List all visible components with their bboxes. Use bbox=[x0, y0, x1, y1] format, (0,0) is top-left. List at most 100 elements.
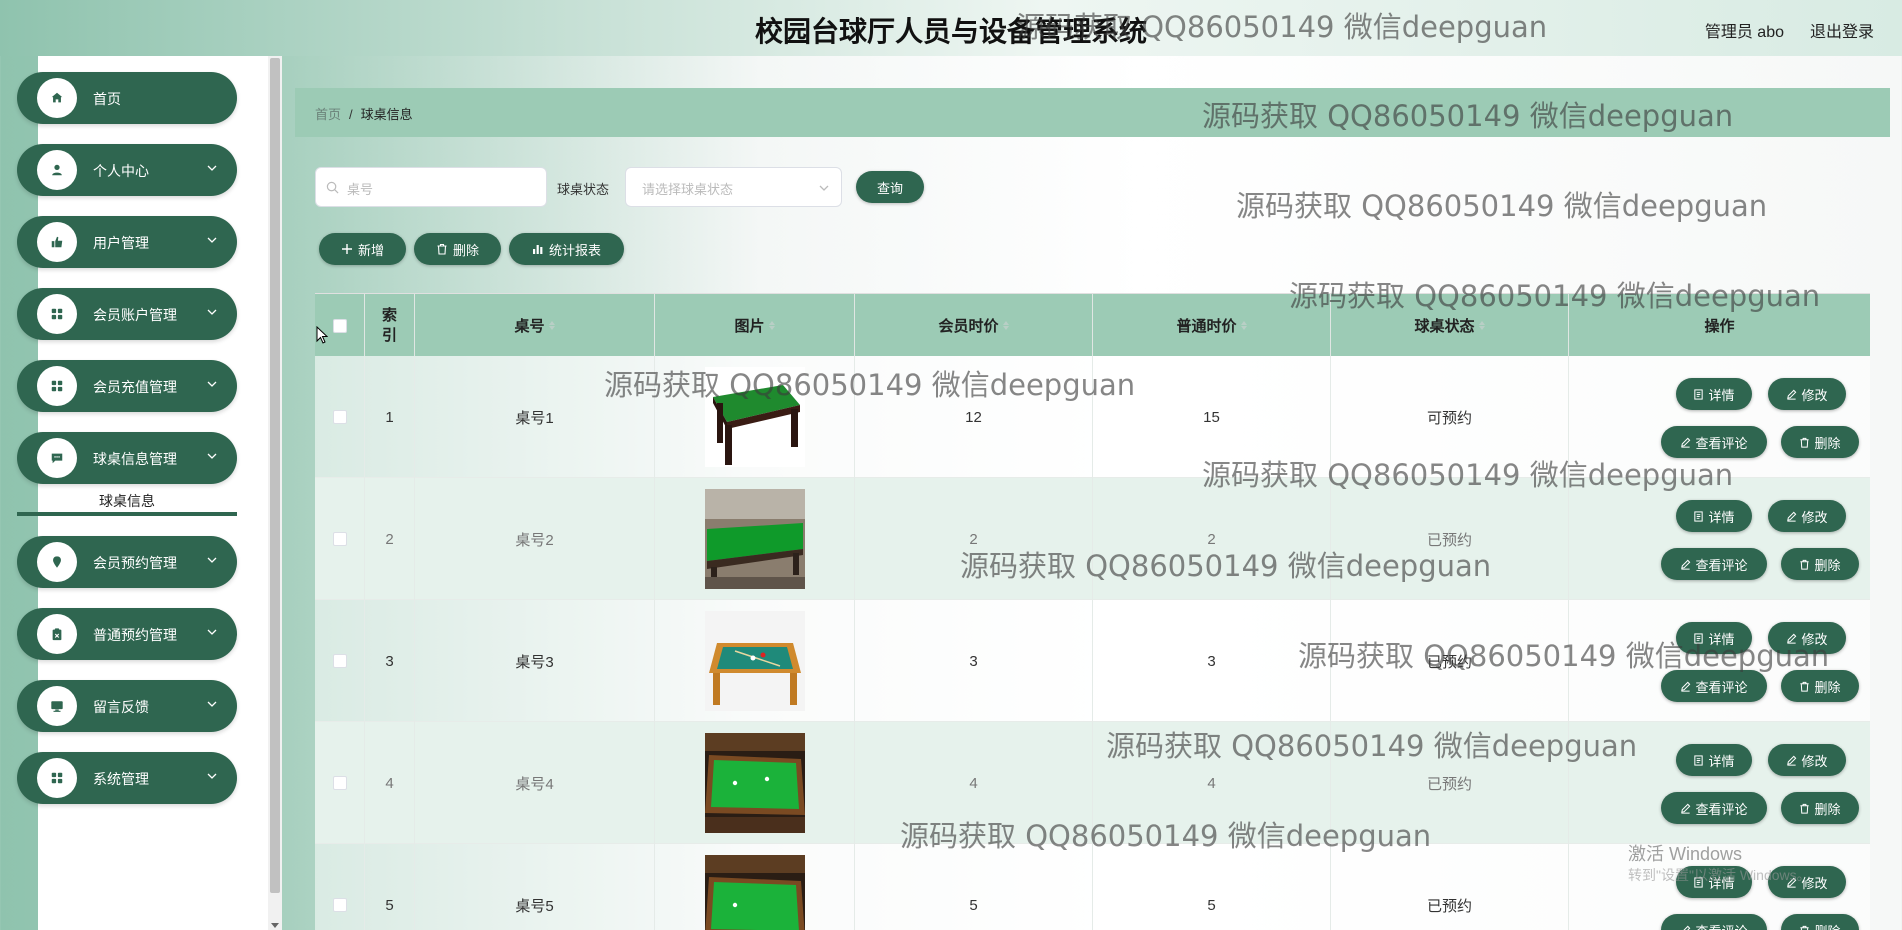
column-header-table-no[interactable]: 桌号 bbox=[415, 294, 655, 357]
column-header-member-price[interactable]: 会员时价 bbox=[855, 294, 1093, 357]
pool-table-image[interactable] bbox=[704, 733, 805, 833]
status-cell: 已预约 bbox=[1331, 600, 1569, 722]
view-comments-button[interactable]: 查看评论 bbox=[1661, 914, 1767, 930]
detail-button[interactable]: 详情 bbox=[1676, 378, 1752, 410]
pool-table-image[interactable] bbox=[704, 489, 805, 589]
delete-row-button[interactable]: 删除 bbox=[1781, 426, 1859, 458]
row-select-cell bbox=[315, 844, 365, 930]
row-checkbox[interactable] bbox=[332, 654, 347, 668]
table-no-cell: 桌号5 bbox=[415, 844, 655, 930]
logout-link[interactable]: 退出登录 bbox=[1810, 18, 1874, 42]
top-header: 校园台球厅人员与设备管理系统 管理员 abo 退出登录 bbox=[0, 0, 1902, 56]
sidebar-item-system[interactable]: 系统管理 bbox=[17, 752, 237, 804]
image-cell bbox=[655, 844, 855, 930]
sidebar-item-feedback[interactable]: 留言反馈 bbox=[17, 680, 237, 732]
detail-button[interactable]: 详情 bbox=[1676, 744, 1752, 776]
index-cell: 3 bbox=[365, 600, 415, 722]
sidebar-item-label: 留言反馈 bbox=[93, 699, 149, 715]
trash-icon bbox=[1800, 925, 1810, 930]
view-comments-button[interactable]: 查看评论 bbox=[1661, 426, 1767, 458]
select-all-checkbox[interactable] bbox=[332, 318, 347, 333]
chevron-down-icon bbox=[207, 309, 217, 315]
sidebar-item-member-recharge[interactable]: 会员充值管理 bbox=[17, 360, 237, 412]
add-button[interactable]: 新增 bbox=[319, 233, 406, 265]
edit-button[interactable]: 修改 bbox=[1768, 622, 1846, 654]
sort-icon[interactable] bbox=[1478, 321, 1485, 330]
row-checkbox[interactable] bbox=[332, 898, 347, 912]
sidebar-item-normal-booking[interactable]: 普通预约管理 bbox=[17, 608, 237, 660]
pencil-icon bbox=[1683, 925, 1691, 930]
sidebar-subitem-table-info[interactable]: 球桌信息 bbox=[17, 490, 237, 516]
pool-table-image[interactable] bbox=[704, 367, 805, 467]
sidebar-item-member-booking[interactable]: 会员预约管理 bbox=[17, 536, 237, 588]
index-cell: 2 bbox=[365, 478, 415, 600]
view-comments-button[interactable]: 查看评论 bbox=[1661, 548, 1767, 580]
delete-row-button[interactable]: 删除 bbox=[1781, 548, 1859, 580]
search-placeholder: 桌号 bbox=[347, 182, 374, 197]
query-button[interactable]: 查询 bbox=[856, 171, 924, 203]
sort-icon[interactable] bbox=[1002, 321, 1009, 330]
delete-row-button[interactable]: 删除 bbox=[1781, 792, 1859, 824]
row-checkbox[interactable] bbox=[332, 410, 347, 424]
document-icon bbox=[1694, 388, 1704, 400]
view-comments-button[interactable]: 查看评论 bbox=[1661, 670, 1767, 702]
pool-table-image[interactable] bbox=[704, 855, 805, 930]
view-comments-button[interactable]: 查看评论 bbox=[1661, 792, 1767, 824]
delete-button-label: 删除 bbox=[452, 242, 479, 258]
edit-label: 修改 bbox=[1801, 753, 1828, 769]
status-cell: 可预约 bbox=[1331, 356, 1569, 478]
delete-label: 删除 bbox=[1814, 435, 1841, 451]
scroll-down-arrow-icon[interactable] bbox=[271, 923, 279, 928]
normal-price-cell: 2 bbox=[1093, 478, 1331, 600]
sort-icon[interactable] bbox=[548, 321, 555, 330]
home-icon bbox=[37, 78, 77, 118]
delete-row-button[interactable]: 删除 bbox=[1781, 914, 1859, 930]
breadcrumb-home[interactable]: 首页 bbox=[315, 107, 341, 122]
sidebar-item-table-info[interactable]: 球桌信息管理 bbox=[17, 432, 237, 484]
detail-button[interactable]: 详情 bbox=[1676, 500, 1752, 532]
chevron-down-icon bbox=[207, 381, 217, 387]
sort-icon[interactable] bbox=[768, 321, 775, 330]
row-checkbox[interactable] bbox=[332, 532, 347, 546]
location-icon bbox=[37, 542, 77, 582]
edit-button[interactable]: 修改 bbox=[1768, 500, 1846, 532]
windows-activation-hint: 转到"设置"以激活 Windows。 bbox=[1628, 867, 1811, 883]
view-comments-label: 查看评论 bbox=[1695, 921, 1747, 930]
view-comments-label: 查看评论 bbox=[1695, 801, 1748, 817]
pencil-icon bbox=[1787, 389, 1797, 400]
table-number-search-input[interactable]: 桌号 bbox=[315, 167, 547, 207]
chevron-down-icon bbox=[207, 773, 217, 779]
view-comments-label: 查看评论 bbox=[1695, 679, 1748, 695]
search-icon bbox=[326, 181, 339, 194]
sort-icon[interactable] bbox=[1240, 321, 1247, 330]
pool-table-image[interactable] bbox=[704, 611, 805, 711]
column-header-normal-price[interactable]: 普通时价 bbox=[1093, 294, 1331, 357]
status-select[interactable]: 请选择球桌状态 bbox=[625, 167, 842, 207]
table-no-cell: 桌号2 bbox=[415, 478, 655, 600]
column-header-image[interactable]: 图片 bbox=[655, 294, 855, 357]
delete-row-button[interactable]: 删除 bbox=[1781, 670, 1859, 702]
detail-button[interactable]: 详情 bbox=[1676, 622, 1752, 654]
sidebar-scrollbar[interactable] bbox=[268, 56, 282, 930]
sidebar-item-user-management[interactable]: 用户管理 bbox=[17, 216, 237, 268]
sidebar-item-personal-center[interactable]: 个人中心 bbox=[17, 144, 237, 196]
delete-label: 删除 bbox=[1814, 557, 1841, 573]
pencil-icon bbox=[1681, 559, 1691, 570]
edit-button[interactable]: 修改 bbox=[1768, 378, 1846, 410]
batch-delete-button[interactable]: 删除 bbox=[414, 233, 501, 265]
chevron-down-icon bbox=[819, 185, 829, 191]
detail-label: 详情 bbox=[1708, 631, 1735, 647]
edit-button[interactable]: 修改 bbox=[1768, 744, 1846, 776]
column-header-status[interactable]: 球桌状态 bbox=[1331, 294, 1569, 357]
trash-icon bbox=[1800, 559, 1810, 570]
detail-label: 详情 bbox=[1708, 509, 1735, 525]
chevron-down-icon bbox=[207, 557, 217, 563]
row-checkbox[interactable] bbox=[332, 776, 347, 790]
sidebar-item-member-account[interactable]: 会员账户管理 bbox=[17, 288, 237, 340]
scrollbar-thumb[interactable] bbox=[270, 58, 280, 893]
report-button[interactable]: 统计报表 bbox=[509, 233, 624, 265]
sidebar-item-home[interactable]: 首页 bbox=[17, 72, 237, 124]
pencil-icon bbox=[1787, 511, 1797, 522]
edit-label: 修改 bbox=[1801, 631, 1828, 647]
normal-price-cell: 3 bbox=[1093, 600, 1331, 722]
